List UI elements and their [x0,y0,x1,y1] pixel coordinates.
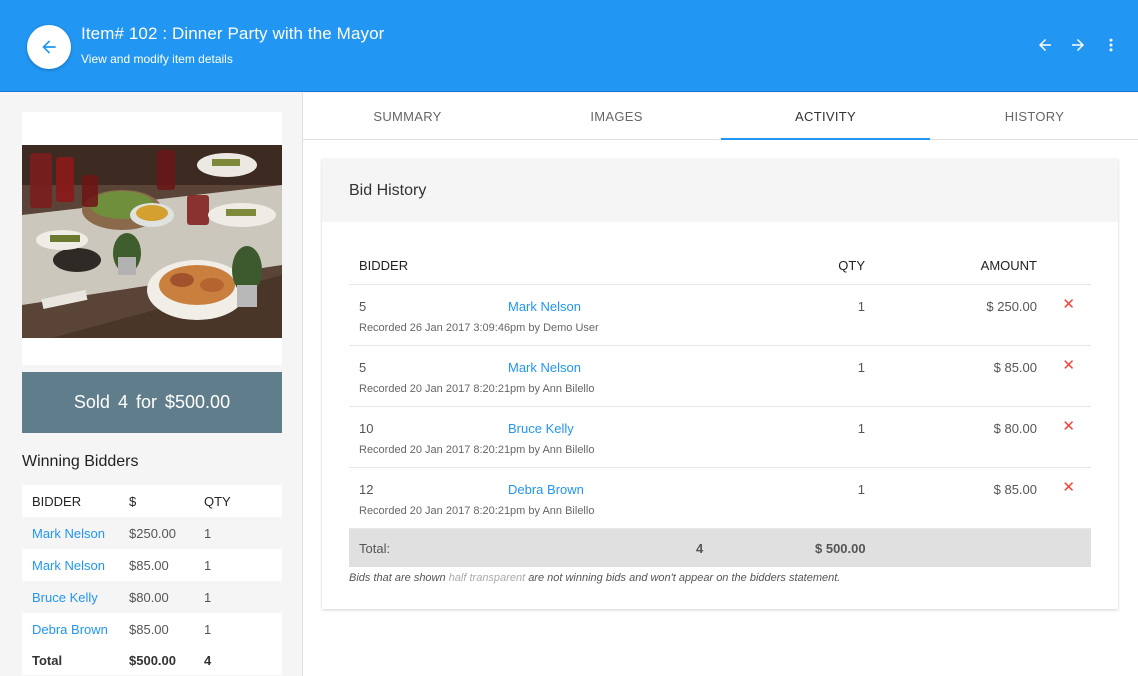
item-photo-card [22,112,282,365]
bid-amount: $250.00 [129,525,176,541]
total-qty: 4 [204,652,212,668]
bid-history-title: Bid History [322,159,1118,222]
column-header-bidder: BIDDER [359,258,409,273]
table-total-row: Total $500.00 4 [22,645,282,675]
note-faint-text: half transparent [448,572,526,584]
table-header-row: BIDDER $ QTY [22,485,282,517]
table-row: 12 Debra Brown 1 $ 85.00 ✕ Recorded 20 J… [349,468,1091,529]
paddle-number: 5 [359,360,367,375]
arrow-left-icon [1039,39,1051,51]
paddle-number: 5 [359,299,367,314]
more-vertical-icon [1109,38,1113,52]
table-row: 5 Mark Nelson 1 $ 85.00 ✕ Recorded 20 Ja… [349,346,1091,407]
more-menu-button[interactable] [1100,34,1122,56]
winning-bidders-title: Winning Bidders [22,453,139,470]
tab-summary[interactable]: SUMMARY [303,93,512,139]
recorded-info: Recorded 20 Jan 2017 8:20:21pm by Ann Bi… [359,444,595,456]
table-header-row: BIDDER QTY AMOUNT [349,249,1091,285]
table-row: Mark Nelson $85.00 1 [22,549,282,581]
table-row: Debra Brown $85.00 1 [22,613,282,645]
note-text: Bids that are shown [349,572,446,584]
bid-qty: 1 [204,557,212,573]
column-header-amount: $ [129,493,137,509]
arrow-left-icon [42,40,56,54]
recorded-info: Recorded 20 Jan 2017 8:20:21pm by Ann Bi… [359,505,595,517]
back-button[interactable] [27,25,71,69]
bid-amount: $ 85.00 [993,360,1037,375]
recorded-info: Recorded 20 Jan 2017 8:20:21pm by Ann Bi… [359,383,595,395]
recorded-info: Recorded 26 Jan 2017 3:09:46pm by Demo U… [359,322,599,334]
paddle-number: 10 [359,421,374,436]
delete-bid-button[interactable]: ✕ [1062,417,1075,435]
bidder-link[interactable]: Mark Nelson [508,299,581,314]
item-photo[interactable] [22,145,282,338]
bid-qty: 1 [857,360,865,375]
bidder-link[interactable]: Mark Nelson [22,526,129,541]
tab-bar: SUMMARY IMAGES ACTIVITY HISTORY [303,93,1138,140]
close-icon: ✕ [1062,296,1075,313]
bid-amount: $85.00 [129,557,169,573]
bidder-link[interactable]: Debra Brown [508,482,584,497]
close-icon: ✕ [1062,357,1075,374]
bidder-link[interactable]: Bruce Kelly [22,590,129,605]
table-row: 5 Mark Nelson 1 $ 250.00 ✕ Recorded 26 J… [349,285,1091,346]
paddle-number: 12 [359,482,374,497]
sold-banner: Sold 4 for $500.00 [22,372,282,433]
bid-qty: 1 [857,421,865,436]
arrow-right-icon [1072,39,1084,51]
bid-amount: $ 80.00 [993,421,1037,436]
total-label: Total [32,652,63,668]
winning-bidders-table: BIDDER $ QTY Mark Nelson $250.00 1 Mark … [22,485,282,675]
table-total-row: Total: 4 $ 500.00 [349,529,1091,567]
bid-amount: $ 250.00 [986,299,1037,314]
bid-amount: $80.00 [129,589,169,605]
bidder-link[interactable]: Mark Nelson [22,558,129,573]
table-row: Bruce Kelly $80.00 1 [22,581,282,613]
bid-amount: $85.00 [129,621,169,637]
column-header-qty: QTY [838,258,865,273]
bid-qty: 1 [204,589,212,605]
next-item-button[interactable] [1067,34,1089,56]
bid-history-table: BIDDER QTY AMOUNT 5 Mark Nelson 1 $ 250.… [349,249,1091,584]
tab-history[interactable]: HISTORY [930,93,1138,139]
tab-images[interactable]: IMAGES [512,93,721,139]
previous-item-button[interactable] [1034,34,1056,56]
sold-for-label: for [135,392,157,412]
bid-history-note: Bids that are shown half transparent are… [349,572,1091,584]
bid-history-card: Bid History BIDDER QTY AMOUNT 5 Mark Nel… [322,159,1118,609]
total-amount: $ 500.00 [815,541,866,556]
tab-activity[interactable]: ACTIVITY [721,93,930,140]
sold-amount: $500.00 [165,392,231,412]
total-label: Total: [359,541,391,556]
note-text: are not winning bids and won't appear on… [528,572,841,584]
bid-qty: 1 [204,525,212,541]
close-icon: ✕ [1062,418,1075,435]
bid-qty: 1 [857,299,865,314]
item-detail-panel: SUMMARY IMAGES ACTIVITY HISTORY Bid Hist… [302,93,1138,676]
delete-bid-button[interactable]: ✕ [1062,478,1075,496]
sold-label: Sold [73,392,110,412]
close-icon: ✕ [1062,479,1075,496]
total-amount: $500.00 [129,652,176,668]
table-row: 10 Bruce Kelly 1 $ 80.00 ✕ Recorded 20 J… [349,407,1091,468]
dinner-table-image [22,145,282,338]
page-subtitle: View and modify item details [81,52,233,66]
bid-amount: $ 85.00 [993,482,1037,497]
item-sidebar: Sold 4 for $500.00 Winning Bidders BIDDE… [0,93,301,676]
bid-qty: 1 [204,621,212,637]
bidder-link[interactable]: Mark Nelson [508,360,581,375]
app-header: Item# 102 : Dinner Party with the Mayor … [0,0,1138,92]
delete-bid-button[interactable]: ✕ [1062,356,1075,374]
column-header-amount: AMOUNT [980,258,1037,273]
delete-bid-button[interactable]: ✕ [1062,295,1075,313]
page-title: Item# 102 : Dinner Party with the Mayor [81,24,385,43]
sold-count: 4 [117,392,128,412]
total-qty: 4 [696,541,704,556]
bid-qty: 1 [857,482,865,497]
column-header-qty: QTY [204,493,231,509]
bidder-link[interactable]: Bruce Kelly [508,421,574,436]
column-header-bidder: BIDDER [32,493,82,509]
table-row: Mark Nelson $250.00 1 [22,517,282,549]
bidder-link[interactable]: Debra Brown [22,622,129,637]
